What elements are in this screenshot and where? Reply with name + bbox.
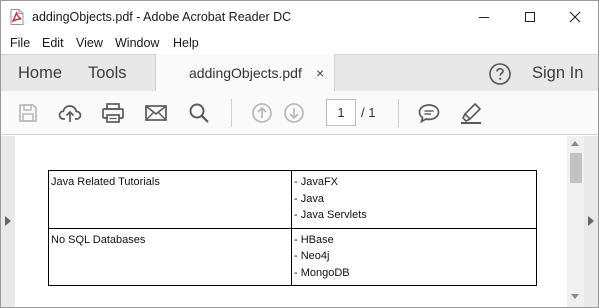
list-item: - JavaFX: [294, 176, 339, 188]
scrollbar-thumb[interactable]: [570, 153, 582, 183]
print-icon[interactable]: [100, 100, 126, 126]
menu-edit[interactable]: Edit: [42, 36, 64, 50]
minimize-icon: [479, 16, 489, 18]
category-label: No SQL Databases: [51, 233, 146, 246]
list-item: - HBase: [294, 233, 334, 246]
help-circle-icon[interactable]: [488, 62, 512, 86]
comment-icon[interactable]: [416, 100, 442, 126]
toolbar-divider: [231, 99, 232, 127]
cloud-upload-icon[interactable]: [57, 100, 83, 126]
page-number-input[interactable]: 1: [326, 99, 356, 126]
menu-help[interactable]: Help: [173, 36, 199, 50]
tab-home[interactable]: Home: [18, 64, 62, 83]
category-label: Java Related Tutorials: [51, 176, 160, 188]
tab-bar: Home Tools addingObjects.pdf × Sign In: [1, 54, 598, 92]
document-area: Java Related Tutorials - JavaFX - Java -…: [1, 136, 598, 307]
table-cell: No SQL Databases: [48, 227, 292, 286]
toolbar-divider: [398, 99, 399, 127]
email-icon[interactable]: [143, 100, 169, 126]
menu-bar: File Edit View Window Help: [1, 32, 598, 54]
table-cell: - JavaFX - Java - Java Servlets: [291, 170, 537, 229]
menu-view[interactable]: View: [76, 36, 103, 50]
table-row: Java Related Tutorials - JavaFX - Java -…: [48, 170, 537, 229]
acrobat-window: addingObjects.pdf - Adobe Acrobat Reader…: [0, 0, 599, 308]
title-bar: addingObjects.pdf - Adobe Acrobat Reader…: [1, 1, 598, 32]
save-icon[interactable]: [15, 100, 41, 126]
list-item: - Neo4j: [294, 250, 330, 262]
maximize-button[interactable]: [507, 1, 553, 32]
table-row: No SQL Databases - HBase - Neo4j - Mongo…: [48, 227, 537, 286]
toolbar: 1 / 1: [1, 91, 598, 135]
maximize-icon: [525, 11, 535, 22]
close-icon: [569, 11, 581, 22]
sign-in-link[interactable]: Sign In: [532, 64, 583, 83]
pdf-page: Java Related Tutorials - JavaFX - Java -…: [15, 136, 567, 307]
search-icon[interactable]: [186, 100, 212, 126]
menu-file[interactable]: File: [10, 36, 30, 50]
close-window-button[interactable]: [552, 1, 598, 32]
page-total: / 1: [361, 105, 376, 120]
minimize-button[interactable]: [461, 1, 507, 32]
menu-window[interactable]: Window: [115, 36, 159, 50]
next-page-icon[interactable]: [281, 100, 307, 126]
scroll-down-arrow-icon[interactable]: [571, 294, 579, 299]
pdf-file-icon: [10, 9, 24, 25]
table-cell: Java Related Tutorials: [48, 170, 292, 229]
list-item: - MongoDB: [294, 266, 350, 279]
list-item: - Java Servlets: [294, 209, 367, 221]
list-item: - Java: [294, 192, 324, 205]
expand-right-arrow-icon: [588, 216, 594, 226]
expand-right-arrow-icon: [5, 216, 11, 226]
tab-close-icon[interactable]: ×: [316, 65, 324, 81]
pdf-table: Java Related Tutorials - JavaFX - Java -…: [48, 170, 537, 286]
window-title: addingObjects.pdf - Adobe Acrobat Reader…: [32, 10, 292, 24]
tab-tools[interactable]: Tools: [88, 64, 127, 83]
table-cell: - HBase - Neo4j - MongoDB: [291, 227, 537, 286]
right-panel-toggle[interactable]: [584, 136, 598, 307]
tab-document-label: addingObjects.pdf: [189, 65, 302, 81]
left-panel-toggle[interactable]: [1, 136, 15, 307]
tab-document[interactable]: addingObjects.pdf ×: [155, 54, 335, 92]
highlight-pen-icon[interactable]: [458, 100, 484, 126]
vertical-scrollbar[interactable]: [567, 136, 584, 307]
scroll-up-arrow-icon[interactable]: [571, 141, 579, 146]
previous-page-icon[interactable]: [249, 100, 275, 126]
